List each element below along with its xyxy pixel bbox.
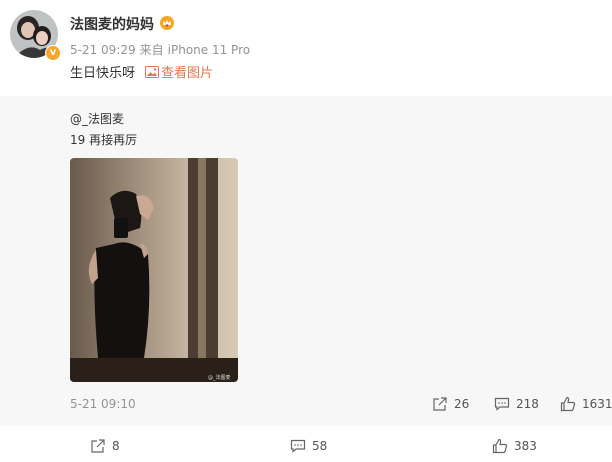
repost-like-count: 1631 bbox=[582, 397, 612, 411]
like-button[interactable]: 383 bbox=[492, 438, 537, 454]
post-meta: 5-21 09:29 来自 iPhone 11 Pro bbox=[70, 41, 254, 58]
repost-photo[interactable] bbox=[70, 158, 238, 382]
comment-button[interactable]: 58 bbox=[290, 438, 327, 454]
post-time[interactable]: 5-21 09:29 bbox=[70, 43, 136, 57]
view-picture-link[interactable]: 查看图片 bbox=[145, 62, 213, 81]
comment-icon bbox=[494, 397, 510, 411]
post-text: 生日快乐呀 bbox=[70, 66, 136, 81]
share-icon bbox=[433, 397, 447, 411]
original-time[interactable]: 5-21 09:10 bbox=[70, 397, 136, 411]
repost-share-button[interactable]: 26 bbox=[432, 396, 469, 412]
repost-comment-button[interactable]: 218 bbox=[494, 396, 539, 412]
comment-count: 58 bbox=[312, 439, 328, 453]
like-icon bbox=[492, 438, 508, 454]
share-button[interactable]: 8 bbox=[90, 438, 120, 454]
crown-icon bbox=[160, 16, 174, 30]
post-source: iPhone 11 Pro bbox=[167, 43, 251, 57]
image-icon bbox=[145, 65, 159, 78]
share-count: 8 bbox=[112, 439, 120, 453]
like-count: 383 bbox=[514, 439, 537, 453]
share-icon bbox=[91, 439, 105, 453]
comment-icon bbox=[290, 439, 306, 453]
original-author[interactable]: @_法图麦 bbox=[70, 110, 124, 127]
source-prefix: 来自 bbox=[139, 43, 164, 57]
author-name[interactable]: 法图麦的妈妈 bbox=[70, 14, 154, 34]
repost-share-count: 26 bbox=[454, 397, 470, 411]
repost-comment-count: 218 bbox=[516, 397, 539, 411]
original-text: 19 再接再厉 bbox=[70, 133, 138, 147]
photo-watermark: @_法图麦 bbox=[208, 375, 231, 381]
repost-like-button[interactable]: 1631 bbox=[560, 396, 612, 412]
like-icon bbox=[560, 396, 576, 412]
verified-badge-icon: v bbox=[45, 45, 61, 61]
view-picture-label: 查看图片 bbox=[161, 66, 214, 81]
